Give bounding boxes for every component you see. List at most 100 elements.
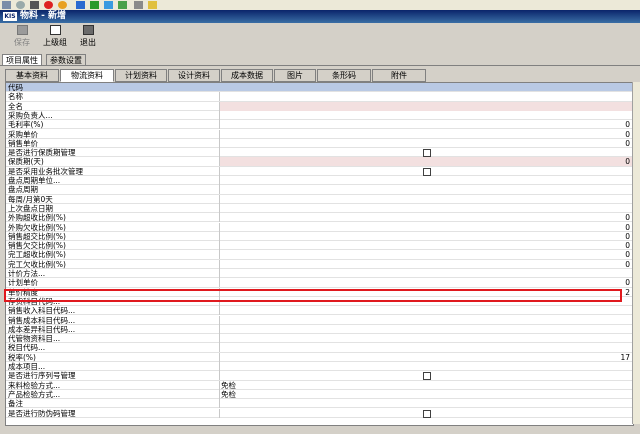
tab-barcode[interactable]: 条形码: [317, 69, 371, 82]
power-icon[interactable]: [58, 1, 67, 9]
field-value-cell[interactable]: [221, 241, 631, 250]
exit-label: 退出: [80, 38, 96, 47]
play-icon[interactable]: [90, 1, 99, 9]
grid-row[interactable]: 计价方法...: [6, 269, 633, 279]
grid-row[interactable]: 销售成本科目代码...: [6, 315, 633, 325]
exit-button[interactable]: 退出: [76, 25, 100, 51]
grid-row[interactable]: 销售单价 0: [6, 138, 633, 149]
grid-row[interactable]: 盘点周期单位...: [6, 176, 633, 186]
field-label: 是否进行防伪码管理: [8, 408, 76, 418]
grid-row[interactable]: 销售超交比例(%) 0: [6, 231, 633, 242]
field-label: 每周/月第0天: [8, 194, 53, 204]
field-value-cell[interactable]: [221, 92, 631, 101]
field-value-cell[interactable]: [221, 185, 631, 194]
field-value-cell[interactable]: [221, 362, 631, 371]
grid-row[interactable]: 代管物资科目...: [6, 334, 633, 344]
grid-row[interactable]: 完工欠收比例(%) 0: [6, 259, 633, 269]
grid-row[interactable]: 外购超收比例(%) 0: [6, 213, 633, 223]
refresh-icon[interactable]: [16, 1, 25, 9]
field-value-cell[interactable]: [221, 278, 631, 287]
field-value-cell[interactable]: [221, 399, 631, 408]
field-label: 成本差异科目代码...: [8, 324, 76, 334]
field-value-cell[interactable]: [221, 83, 631, 92]
field-label: 是否采用业务批次管理: [8, 166, 83, 176]
grid-row[interactable]: 外购欠收比例(%) 0: [6, 222, 633, 232]
grid-row[interactable]: 代码: [6, 83, 633, 93]
grid-row[interactable]: 盘点周期: [6, 185, 633, 195]
grid-row[interactable]: 名称: [6, 92, 633, 102]
field-value-cell[interactable]: [221, 325, 631, 334]
field-value-cell[interactable]: [221, 204, 631, 213]
grid-row[interactable]: 是否进行防伪码管理: [6, 408, 633, 418]
grid-row[interactable]: 是否进行序列号管理: [6, 371, 633, 381]
column-divider: [219, 241, 220, 251]
field-value-cell[interactable]: [221, 269, 631, 278]
field-checkbox[interactable]: [423, 149, 431, 158]
tab-basic-info[interactable]: 基本资料: [5, 69, 59, 82]
column-divider: [219, 194, 220, 204]
grid-row[interactable]: 备注: [6, 399, 633, 409]
save-button[interactable]: 保存: [10, 25, 34, 51]
field-value-cell[interactable]: [221, 213, 631, 222]
tab-cost-data[interactable]: 成本数据: [221, 69, 273, 82]
grid-row[interactable]: 毛利率(%) 0: [6, 120, 633, 130]
field-checkbox[interactable]: [423, 372, 431, 381]
field-value-cell[interactable]: [221, 176, 631, 185]
tab-attachment[interactable]: 附件: [372, 69, 426, 82]
grid-row[interactable]: 计划单价 0: [6, 278, 633, 288]
field-value-cell[interactable]: [221, 334, 631, 343]
grid-row[interactable]: 采购负责人...: [6, 110, 633, 121]
field-value-cell[interactable]: [221, 316, 631, 325]
field-checkbox[interactable]: [423, 167, 431, 176]
app-icon[interactable]: [2, 1, 11, 9]
printer-icon[interactable]: [134, 1, 143, 9]
field-value-cell[interactable]: [221, 111, 631, 120]
field-value-cell[interactable]: [221, 260, 631, 269]
grid-row[interactable]: 保质期(天) 0: [6, 157, 633, 167]
record-icon[interactable]: [44, 1, 53, 9]
tab-logistics-info[interactable]: 物流资料: [60, 69, 114, 82]
grid-row[interactable]: 销售收入科目代码...: [6, 306, 633, 316]
field-value-cell[interactable]: [220, 101, 633, 111]
grid-row[interactable]: 来料检验方式... 免检: [6, 380, 633, 390]
grid-row[interactable]: 成本差异科目代码...: [6, 324, 633, 335]
field-value-cell[interactable]: [221, 195, 631, 204]
grid-row[interactable]: 是否进行保质期管理: [6, 148, 633, 158]
stop-icon[interactable]: [30, 1, 39, 9]
field-value-cell[interactable]: [220, 157, 633, 167]
vertical-scrollbar[interactable]: [632, 82, 640, 424]
field-value-cell[interactable]: [221, 223, 631, 232]
grid-row[interactable]: 完工超收比例(%) 0: [6, 250, 633, 260]
field-value-cell[interactable]: [221, 306, 631, 315]
grid-row[interactable]: 税率(%) 17: [6, 352, 633, 362]
grid-row[interactable]: 成本项目...: [6, 362, 633, 372]
grid-row[interactable]: 销售欠交比例(%) 0: [6, 241, 633, 251]
field-value-cell[interactable]: [221, 250, 631, 259]
folder-icon[interactable]: [148, 1, 157, 9]
field-checkbox[interactable]: [423, 409, 431, 418]
app-logo: KIS: [3, 12, 17, 21]
column-divider: [219, 129, 220, 139]
tab-picture[interactable]: 图片: [274, 69, 316, 82]
field-value-cell[interactable]: [221, 139, 631, 148]
parent-group-button[interactable]: 上级组: [40, 25, 70, 51]
grid-row[interactable]: 每周/月第0天: [6, 194, 633, 204]
field-label: 上次盘点日期: [8, 203, 53, 213]
grid-row[interactable]: 税目代码...: [6, 343, 633, 353]
field-value-cell[interactable]: [221, 120, 631, 129]
field-value-cell[interactable]: [221, 343, 631, 352]
grid-row[interactable]: 上次盘点日期: [6, 203, 633, 214]
column-divider: [219, 306, 220, 316]
grid-row[interactable]: 是否采用业务批次管理: [6, 166, 633, 176]
field-value-cell[interactable]: [221, 130, 631, 139]
tab-design-info[interactable]: 设计资料: [168, 69, 220, 82]
pause-icon[interactable]: [76, 1, 85, 9]
tab-plan-info[interactable]: 计划资料: [115, 69, 167, 82]
window-icon[interactable]: [104, 1, 113, 9]
grid-row[interactable]: 全名: [6, 101, 633, 111]
field-value-cell[interactable]: [221, 353, 631, 362]
grid-row[interactable]: 产品检验方式... 免检: [6, 389, 633, 400]
grid-row[interactable]: 采购单价 0: [6, 129, 633, 139]
undo-icon[interactable]: [118, 1, 127, 9]
field-value-cell[interactable]: [221, 232, 631, 241]
